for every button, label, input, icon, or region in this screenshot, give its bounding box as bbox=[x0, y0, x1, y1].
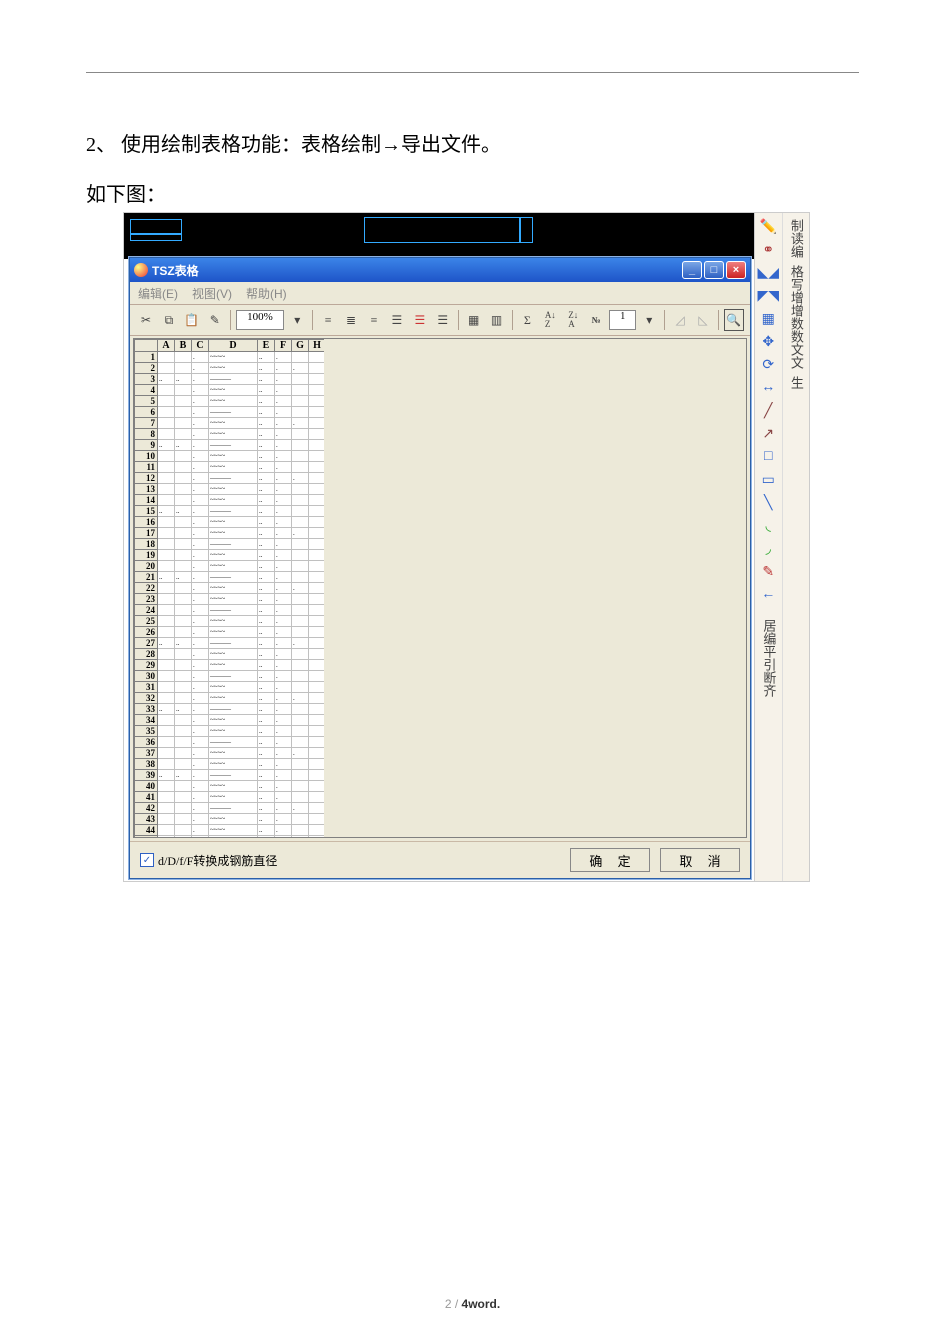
align-left-icon[interactable]: ≡ bbox=[318, 309, 338, 331]
mirror-icon[interactable]: ◣◢ bbox=[758, 263, 778, 283]
edit-icon[interactable]: ✎ bbox=[758, 562, 778, 582]
paste-icon[interactable]: 📋 bbox=[182, 309, 202, 331]
page-total: 4word. bbox=[462, 1297, 501, 1311]
app-icon bbox=[134, 263, 148, 277]
instruction-line: 2、 使用绘制表格功能：表格绘制→导出文件。 bbox=[86, 120, 501, 170]
side-toolbar: ✏️ ⚭ ◣◢ ◤◥ ▦ ✥ ⟳ ↔ ╱ ↗ □ ▭ ╲ ◟ ◞ ✎ ← 居编平… bbox=[754, 213, 809, 881]
data-table[interactable]: ABCDEFGHI1.~~~~...2.~~~~....3.....———...… bbox=[134, 339, 355, 838]
grid-empty-area bbox=[324, 339, 746, 837]
brush-icon[interactable]: ✏️ bbox=[758, 217, 778, 237]
rebar-diameter-checkbox[interactable]: ✓ d/D/f/F转换成钢筋直径 bbox=[140, 852, 277, 869]
spreadsheet-grid[interactable]: ABCDEFGHI1.~~~~...2.~~~~....3.....———...… bbox=[133, 338, 747, 838]
format-painter-icon[interactable]: ✎ bbox=[205, 309, 225, 331]
move-icon[interactable]: ✥ bbox=[758, 332, 778, 352]
title-bar[interactable]: TSZ表格 _ □ × bbox=[130, 258, 750, 282]
cut-icon[interactable]: ✂ bbox=[136, 309, 156, 331]
maximize-button[interactable]: □ bbox=[704, 261, 724, 279]
number-select[interactable]: 1 bbox=[609, 310, 636, 330]
zoom-input[interactable]: 100% bbox=[236, 310, 285, 330]
sort-asc-icon[interactable]: A↓Z bbox=[540, 309, 560, 331]
close-button[interactable]: × bbox=[726, 261, 746, 279]
body-text: 2、 使用绘制表格功能：表格绘制→导出文件。 如下图： bbox=[86, 120, 501, 220]
cad-element bbox=[130, 233, 182, 241]
numbering-icon[interactable]: № bbox=[586, 309, 606, 331]
page-footer: 2 / 4word. bbox=[0, 1297, 945, 1311]
ok-button[interactable]: 确 定 bbox=[570, 848, 650, 872]
toolbar: ✂ ⧉ 📋 ✎ 100% ▾ ≡ ≣ ≡ ☰ ☰ ☰ ▦ ▥ Σ A↓Z bbox=[130, 305, 750, 336]
minimize-button[interactable]: _ bbox=[682, 261, 702, 279]
checkbox-icon: ✓ bbox=[140, 853, 154, 867]
split-cells-icon[interactable]: ▥ bbox=[487, 309, 507, 331]
align-right-icon[interactable]: ≡ bbox=[364, 309, 384, 331]
triangle-b-icon[interactable]: ◺ bbox=[693, 309, 713, 331]
chamfer-icon[interactable]: ╲ bbox=[758, 493, 778, 513]
menu-edit[interactable]: 编辑(E) bbox=[138, 285, 178, 302]
sum-icon[interactable]: Σ bbox=[517, 309, 537, 331]
copy-icon[interactable]: ⧉ bbox=[159, 309, 179, 331]
rail-label-4: 居编平引断齐 bbox=[761, 617, 775, 699]
flip-icon[interactable]: ◤◥ bbox=[758, 286, 778, 306]
array-icon[interactable]: ▦ bbox=[758, 309, 778, 329]
checkbox-label: d/D/f/F转换成钢筋直径 bbox=[158, 852, 277, 869]
align-center-icon[interactable]: ≣ bbox=[341, 309, 361, 331]
window-title: TSZ表格 bbox=[152, 262, 199, 279]
rail-label-1: 制读编 bbox=[789, 217, 803, 260]
zoom-dropdown-icon[interactable]: ▾ bbox=[287, 309, 307, 331]
break-icon[interactable]: □ bbox=[758, 447, 778, 467]
align-middle-icon[interactable]: ☰ bbox=[410, 309, 430, 331]
cad-element bbox=[519, 217, 533, 243]
cad-background bbox=[124, 213, 754, 259]
menu-help[interactable]: 帮助(H) bbox=[246, 285, 287, 302]
rotate-icon[interactable]: ⟳ bbox=[758, 355, 778, 375]
cancel-button[interactable]: 取 消 bbox=[660, 848, 740, 872]
fillet1-icon[interactable]: ◟ bbox=[758, 516, 778, 536]
align-top-icon[interactable]: ☰ bbox=[387, 309, 407, 331]
header-rule bbox=[86, 72, 859, 73]
align-bottom-icon[interactable]: ☰ bbox=[433, 309, 453, 331]
extend-icon[interactable]: ↗ bbox=[758, 424, 778, 444]
page-number: 2 bbox=[445, 1297, 452, 1311]
menu-bar: 编辑(E) 视图(V) 帮助(H) bbox=[130, 282, 750, 305]
explode-icon[interactable]: ← bbox=[758, 585, 778, 605]
figure-screenshot: TSZ表格 _ □ × 编辑(E) 视图(V) 帮助(H) ✂ ⧉ 📋 ✎ 10… bbox=[123, 212, 810, 882]
triangle-a-icon[interactable]: ◿ bbox=[670, 309, 690, 331]
sort-desc-icon[interactable]: Z↓A bbox=[563, 309, 583, 331]
link-icon[interactable]: ⚭ bbox=[758, 240, 778, 260]
dialog-footer: ✓ d/D/f/F转换成钢筋直径 确 定 取 消 bbox=[130, 841, 750, 878]
rail-label-2: 格写增增数数文文 bbox=[789, 263, 803, 371]
preview-icon[interactable]: 🔍 bbox=[724, 309, 744, 331]
merge-cells-icon[interactable]: ▦ bbox=[464, 309, 484, 331]
scale-icon[interactable]: ↔ bbox=[758, 378, 778, 398]
trim-icon[interactable]: ╱ bbox=[758, 401, 778, 421]
rail-label-3: 生 bbox=[789, 374, 803, 391]
cad-element bbox=[364, 217, 521, 243]
draw-rect-icon[interactable]: ▭ bbox=[758, 470, 778, 490]
menu-view[interactable]: 视图(V) bbox=[192, 285, 232, 302]
fillet2-icon[interactable]: ◞ bbox=[758, 539, 778, 559]
dropdown-icon[interactable]: ▾ bbox=[639, 309, 659, 331]
dialog-window: TSZ表格 _ □ × 编辑(E) 视图(V) 帮助(H) ✂ ⧉ 📋 ✎ 10… bbox=[129, 257, 751, 879]
